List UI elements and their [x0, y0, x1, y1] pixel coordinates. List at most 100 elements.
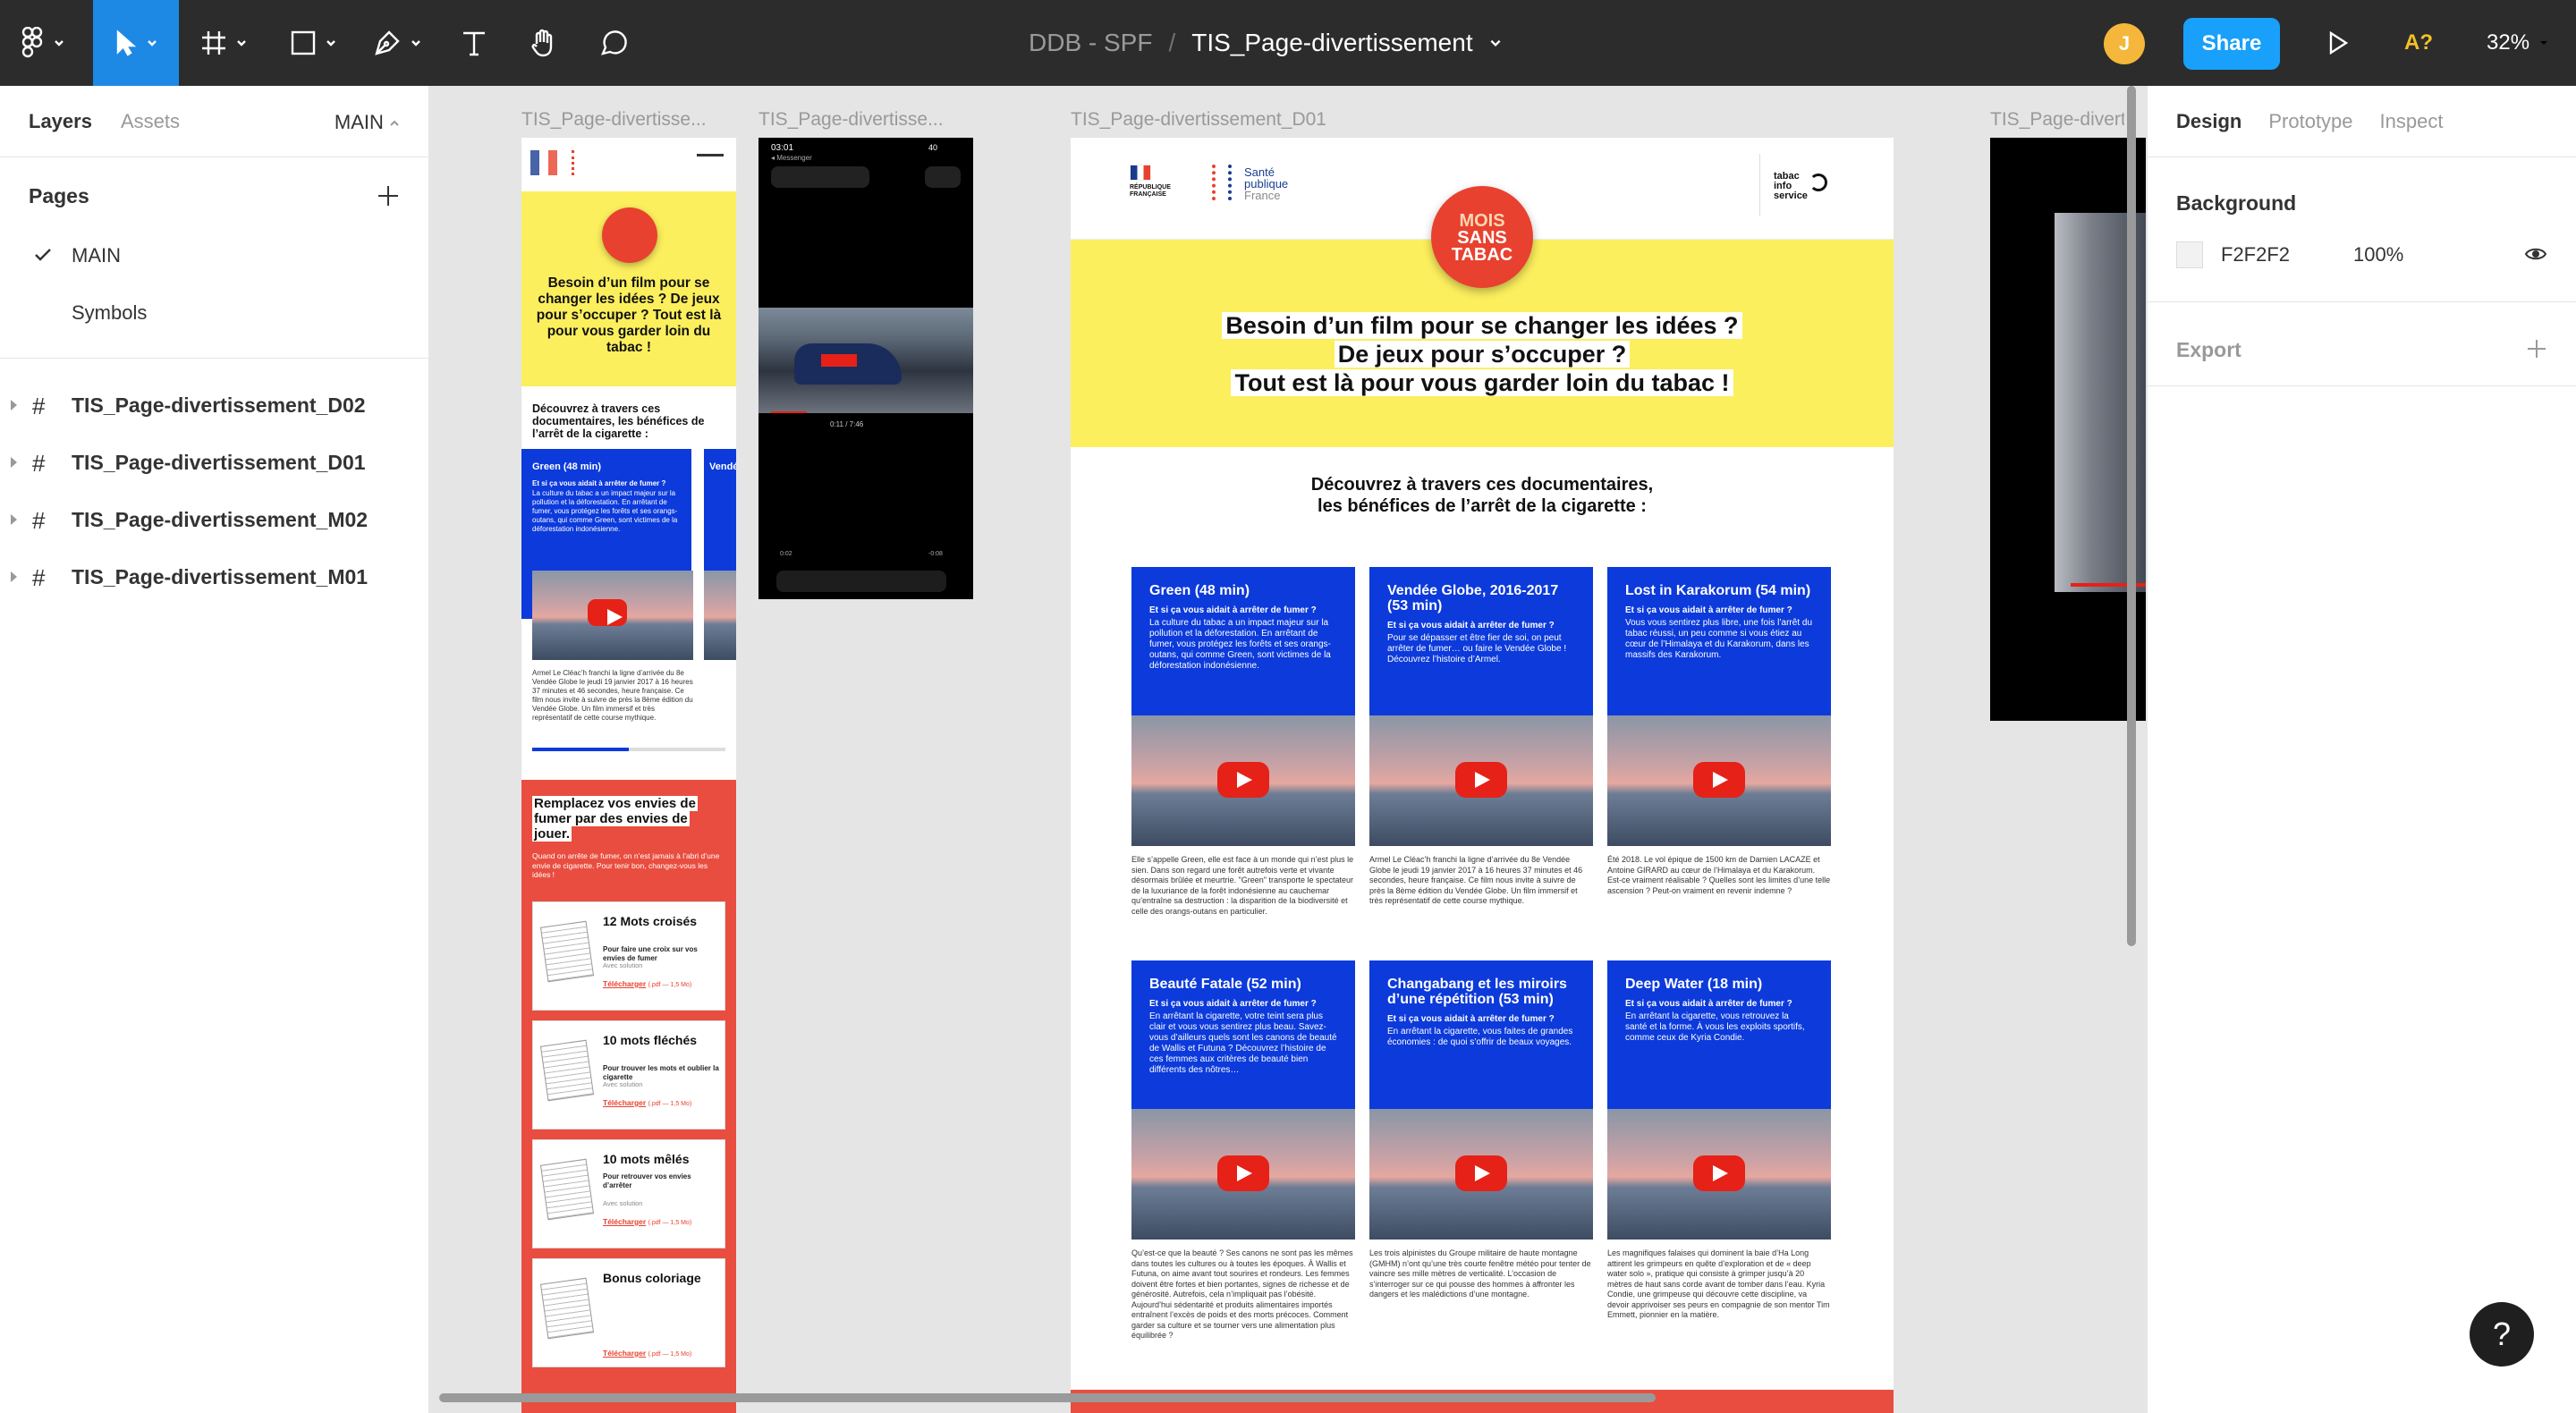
hand-tool-icon[interactable] [517, 0, 571, 86]
desktop-frame[interactable]: RÉPUBLIQUE FRANÇAISE Santé publique France… [1071, 138, 1894, 1413]
play-button-icon[interactable] [1455, 1155, 1507, 1191]
video-thumbnail[interactable] [532, 571, 693, 660]
background-swatch[interactable] [2176, 241, 2203, 268]
video-card[interactable]: Deep Water (18 min) Et si ça vous aidait… [1607, 960, 1831, 1109]
tabac-info-icon [1809, 173, 1827, 191]
shape-tool-icon[interactable] [277, 0, 349, 86]
project-name[interactable]: DDB - SPF [1029, 29, 1152, 57]
card-title: Beauté Fatale (52 min) [1149, 977, 1301, 992]
layer-item[interactable]: # TIS_Page-divertissement_D02 [0, 377, 428, 434]
plus-icon[interactable] [2526, 338, 2547, 360]
mobile-games-section: Remplacez vos envies de fumer par des en… [521, 780, 736, 1413]
download-link[interactable]: Télécharger (.pdf — 1,5 Mo) [603, 1217, 691, 1226]
video-thumbnail[interactable] [1131, 715, 1355, 846]
frame-label[interactable]: TIS_Page-diverti [1990, 109, 2124, 131]
play-button-icon[interactable] [588, 599, 627, 626]
accessibility-check-button[interactable]: A? [2404, 0, 2433, 86]
game-card[interactable]: 12 Mots croisés Pour faire une croix sur … [532, 901, 725, 1011]
chevron-down-icon[interactable] [1489, 37, 1502, 49]
hero-line: Tout est là pour vous garder loin du tab… [1231, 369, 1733, 396]
game-card[interactable]: 10 mots fléchés Pour trouver les mots et … [532, 1020, 725, 1130]
play-button-icon[interactable] [1455, 762, 1507, 798]
vertical-scrollbar[interactable] [2127, 86, 2136, 946]
phone-video-frame[interactable]: 03:01 ◂ Messenger 40 0:11 / 7:46 0:02 -0… [758, 138, 973, 599]
play-button-icon[interactable] [1693, 1155, 1745, 1191]
tab-design[interactable]: Design [2176, 110, 2241, 133]
zoom-dropdown[interactable]: 32% [2487, 0, 2549, 86]
tab-layers[interactable]: Layers [29, 110, 92, 133]
card-description: Armel Le Cléac’h franchi la ligne d’arri… [1369, 855, 1583, 905]
document-title[interactable]: DDB - SPF / TIS_Page-divertissement [1029, 0, 1502, 86]
video-thumbnail[interactable] [1369, 715, 1593, 846]
video-card[interactable]: Beauté Fatale (52 min) Et si ça vous aid… [1131, 960, 1355, 1109]
game-card[interactable]: Bonus coloriage Télécharger (.pdf — 1,5 M… [532, 1258, 725, 1367]
video-card[interactable]: Vendée Globe, 2016-2017 (53 min) Et si ç… [1369, 567, 1593, 715]
tab-prototype[interactable]: Prototype [2268, 110, 2352, 133]
volume-control[interactable] [925, 166, 961, 188]
video-thumbnail[interactable] [704, 571, 736, 660]
comment-tool-icon[interactable] [587, 0, 640, 86]
download-link[interactable]: Télécharger (.pdf — 1,5 Mo) [603, 979, 691, 988]
help-icon[interactable]: ? [2470, 1302, 2534, 1366]
move-tool-icon[interactable] [93, 0, 179, 86]
game-card[interactable]: 10 mots mêlés Pour retrouver vos envies d… [532, 1139, 725, 1248]
mobile-hero-text: Besoin d’un film pour se changer les idé… [536, 275, 722, 355]
present-icon[interactable] [2311, 0, 2365, 86]
video-thumbnail[interactable] [1607, 1109, 1831, 1240]
layer-item[interactable]: # TIS_Page-divertissement_D01 [0, 434, 428, 491]
pen-tool-icon[interactable] [361, 0, 433, 86]
layer-item[interactable]: # TIS_Page-divertissement_M02 [0, 491, 428, 548]
background-hex-input[interactable]: F2F2F2 [2221, 243, 2353, 267]
carousel-progress[interactable] [532, 748, 725, 751]
video-progress[interactable] [771, 411, 807, 413]
download-link[interactable]: Télécharger (.pdf — 1,5 Mo) [603, 1349, 691, 1358]
desktop-video-frame[interactable] [1990, 138, 2146, 721]
play-button-icon[interactable] [1217, 1155, 1269, 1191]
background-fill-row[interactable]: F2F2F2 100% [2148, 228, 2576, 282]
card-description: Elle s’appelle Green, elle est face à un… [1131, 855, 1354, 916]
player-top-controls[interactable] [771, 166, 869, 188]
frame-label[interactable]: TIS_Page-divertissement_D01 [1071, 109, 1428, 131]
mois-sans-tabac-badge [602, 207, 657, 263]
horizontal-scrollbar[interactable] [439, 1393, 1656, 1402]
expand-triangle-icon[interactable] [11, 457, 17, 468]
background-opacity-input[interactable]: 100% [2353, 243, 2403, 267]
download-label: Télécharger [603, 1098, 647, 1107]
video-card[interactable]: Changabang et les miroirs d’une répétiti… [1369, 960, 1593, 1109]
layer-item[interactable]: # TIS_Page-divertissement_M01 [0, 548, 428, 605]
video-thumbnail[interactable] [1369, 1109, 1593, 1240]
mobile-carousel[interactable]: Green (48 min) Et si ça vous aidait à ar… [521, 449, 736, 780]
tab-inspect[interactable]: Inspect [2380, 110, 2444, 133]
eye-icon[interactable] [2524, 244, 2547, 264]
race-car-video-frame[interactable] [758, 308, 973, 413]
video-thumbnail[interactable] [1607, 715, 1831, 846]
file-info: (.pdf — 1,5 Mo) [648, 1351, 692, 1358]
figma-menu-icon[interactable] [0, 0, 86, 86]
video-card[interactable]: Green (48 min) Et si ça vous aidait à ar… [1131, 567, 1355, 715]
page-item-main[interactable]: MAIN [0, 227, 428, 284]
frame-tool-icon[interactable] [188, 0, 259, 86]
share-button[interactable]: Share [2183, 18, 2280, 70]
plus-icon[interactable] [377, 184, 400, 207]
canvas[interactable]: TIS_Page-divertisse... TIS_Page-divertis… [430, 86, 2146, 1413]
video-card[interactable]: Lost in Karakorum (54 min) Et si ça vous… [1607, 567, 1831, 715]
video-thumbnail[interactable] [1131, 1109, 1355, 1240]
text-tool-icon[interactable] [447, 0, 501, 86]
download-link[interactable]: Télécharger (.pdf — 1,5 Mo) [603, 1098, 691, 1107]
expand-triangle-icon[interactable] [11, 400, 17, 410]
file-info: (.pdf — 1,5 Mo) [648, 1101, 692, 1107]
player-bottom-controls[interactable] [776, 571, 946, 592]
avatar[interactable]: J [2104, 23, 2145, 64]
play-button-icon[interactable] [1217, 762, 1269, 798]
page-selector[interactable]: MAIN [335, 111, 400, 134]
file-name[interactable]: TIS_Page-divertissement [1191, 29, 1472, 57]
expand-triangle-icon[interactable] [11, 514, 17, 525]
tab-assets[interactable]: Assets [121, 110, 180, 133]
page-item-symbols[interactable]: Symbols [0, 284, 428, 342]
play-button-icon[interactable] [1693, 762, 1745, 798]
frame-label[interactable]: TIS_Page-divertisse... [758, 109, 973, 131]
frame-label[interactable]: TIS_Page-divertisse... [521, 109, 736, 131]
expand-triangle-icon[interactable] [11, 571, 17, 582]
export-heading: Export [2176, 338, 2241, 361]
mobile-frame[interactable]: Besoin d’un film pour se changer les idé… [521, 138, 736, 1413]
